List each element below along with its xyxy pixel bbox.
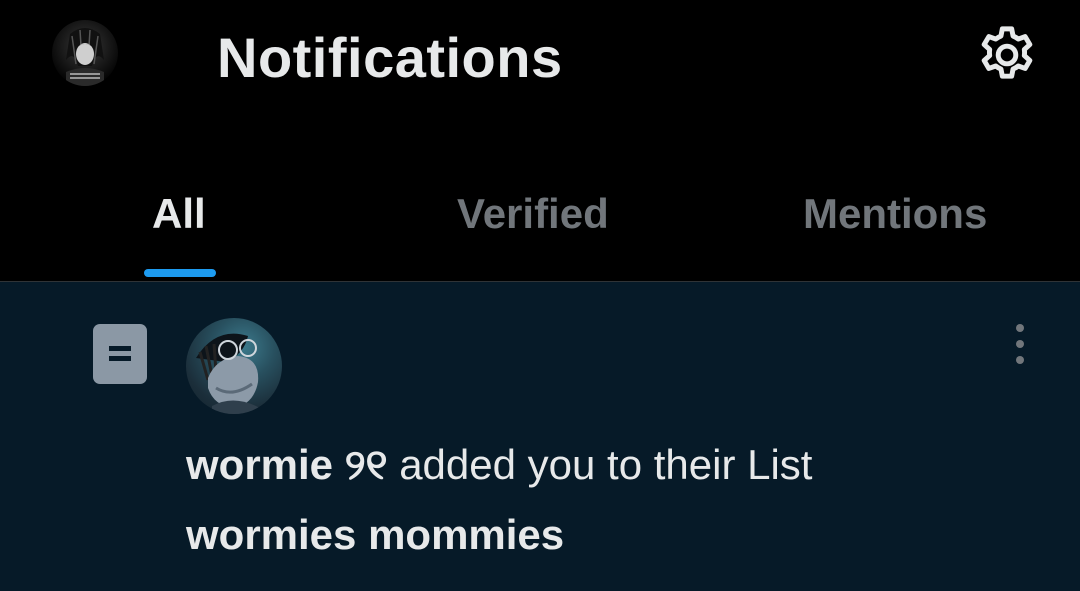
notification-item[interactable]: wormie ୨୧ added you to their List wormie… bbox=[0, 282, 1080, 591]
tab-mentions[interactable]: Mentions bbox=[803, 188, 987, 240]
notification-tabs: All Verified Mentions bbox=[0, 150, 1080, 281]
header: Notifications bbox=[0, 0, 1080, 120]
user-avatar-image bbox=[196, 333, 260, 414]
action-text: added you to their List bbox=[399, 441, 813, 488]
user-avatar[interactable] bbox=[186, 318, 282, 414]
user-name[interactable]: wormie ୨୧ bbox=[186, 441, 388, 488]
tab-all[interactable]: All bbox=[152, 188, 206, 240]
settings-button[interactable] bbox=[974, 22, 1040, 88]
tab-verified[interactable]: Verified bbox=[457, 188, 609, 240]
gear-icon bbox=[981, 26, 1033, 79]
notification-text: wormie ୨୧ added you to their List bbox=[186, 430, 1006, 500]
more-options-button[interactable] bbox=[1004, 322, 1036, 366]
profile-avatar-image bbox=[66, 28, 104, 86]
list-icon bbox=[93, 324, 147, 384]
list-name[interactable]: wormies mommies bbox=[186, 500, 564, 570]
active-tab-indicator bbox=[144, 269, 216, 277]
profile-avatar[interactable] bbox=[52, 20, 118, 86]
page-title: Notifications bbox=[217, 26, 563, 89]
